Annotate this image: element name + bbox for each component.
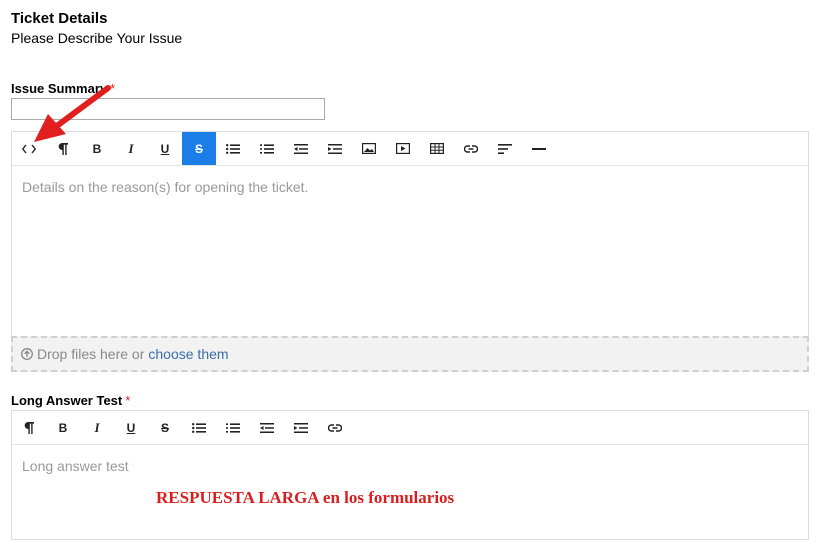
link-icon[interactable] [454, 132, 488, 165]
numbered-list-icon[interactable] [216, 411, 250, 444]
align-left-icon[interactable] [488, 132, 522, 165]
italic-button[interactable]: I [80, 411, 114, 444]
section-subtitle: Please Describe Your Issue [11, 30, 183, 46]
issue-details-editor: B I U S Details on the reason(s) for ope… [11, 131, 809, 337]
outdent-icon[interactable] [250, 411, 284, 444]
issue-details-placeholder[interactable]: Details on the reason(s) for opening the… [22, 179, 308, 195]
italic-glyph: I [128, 140, 134, 156]
underline-button[interactable]: U [114, 411, 148, 444]
image-icon[interactable] [352, 132, 386, 165]
red-arrow-icon [34, 85, 111, 142]
outdent-icon[interactable] [284, 132, 318, 165]
bold-glyph: B [58, 420, 68, 435]
annotation-text: RESPUESTA LARGA en los formularios [156, 488, 455, 507]
table-icon[interactable] [420, 132, 454, 165]
long-answer-toolbar: B I U S [12, 411, 808, 445]
long-answer-label-text: Long Answer Test [11, 393, 123, 408]
link-icon[interactable] [318, 411, 352, 444]
choose-files-link[interactable]: choose them [148, 346, 228, 362]
upload-circle-icon [21, 348, 33, 360]
paragraph-icon[interactable] [12, 411, 46, 444]
underline-glyph: U [126, 420, 136, 435]
long-answer-placeholder[interactable]: Long answer test [22, 458, 129, 474]
required-mark: * [125, 393, 131, 408]
indent-icon[interactable] [284, 411, 318, 444]
video-icon[interactable] [386, 132, 420, 165]
long-answer-label: Long Answer Test * [11, 393, 130, 408]
file-dropzone[interactable]: Drop files here or choose them [11, 336, 809, 372]
indent-icon[interactable] [318, 132, 352, 165]
bold-button[interactable]: B [46, 411, 80, 444]
strikethrough-glyph: S [160, 420, 169, 435]
italic-glyph: I [94, 419, 100, 435]
underline-button[interactable]: U [148, 132, 182, 165]
strikethrough-glyph: S [194, 141, 203, 156]
strikethrough-button[interactable]: S [148, 411, 182, 444]
strikethrough-button[interactable]: S [182, 132, 216, 165]
underline-glyph: U [160, 141, 170, 156]
section-title: Ticket Details [11, 10, 108, 27]
dropzone-text: Drop files here or [37, 346, 145, 362]
bullet-list-icon[interactable] [182, 411, 216, 444]
horizontal-rule-icon[interactable] [522, 132, 556, 165]
long-answer-editor: B I U S Long answer test [11, 410, 809, 540]
editor-toolbar: B I U S [12, 132, 808, 166]
italic-button[interactable]: I [114, 132, 148, 165]
numbered-list-icon[interactable] [250, 132, 284, 165]
bullet-list-icon[interactable] [216, 132, 250, 165]
